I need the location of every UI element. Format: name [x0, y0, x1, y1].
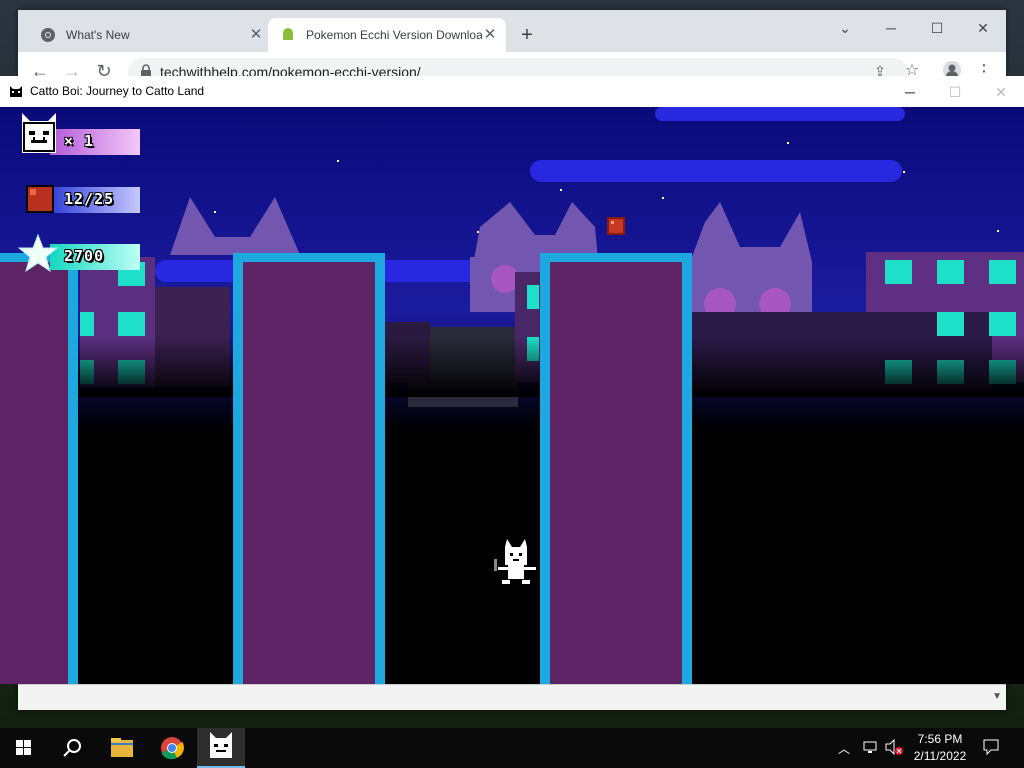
lives-counter: × 1: [50, 129, 140, 155]
maximize-button[interactable]: ☐: [922, 16, 952, 40]
tab-title: Pokemon Ecchi Version Downloa: [306, 28, 482, 42]
catto-boi-icon: [8, 83, 24, 99]
minimize-button[interactable]: ─: [895, 80, 925, 104]
android-icon: [283, 28, 293, 40]
tab-pokemon-ecchi[interactable]: Pokemon Ecchi Version Downloa ✕: [268, 18, 506, 52]
minimize-button[interactable]: ─: [876, 16, 906, 40]
new-tab-button[interactable]: +: [516, 24, 538, 46]
catto-boi-icon: [210, 732, 232, 758]
start-icon: [16, 740, 31, 755]
start-button[interactable]: [0, 728, 48, 768]
crates-counter: 12/25: [50, 187, 140, 213]
crate-pickup: [607, 217, 625, 235]
file-explorer-icon: [111, 738, 133, 757]
close-icon[interactable]: ✕: [482, 27, 498, 43]
game-title-bar[interactable]: Catto Boi: Journey to Catto Land ─ ☐ ✕: [0, 76, 1024, 107]
tower-middle: [233, 253, 385, 684]
score-text: 2700: [64, 247, 105, 265]
network-icon[interactable]: [862, 738, 880, 761]
game-scene: [0, 107, 1024, 684]
page-bottom-bar: ▼: [18, 684, 1006, 710]
game-canvas[interactable]: × 1 12/25 2700: [0, 107, 1024, 684]
file-explorer-button[interactable]: [98, 728, 146, 768]
notification-icon[interactable]: [982, 738, 1000, 761]
clock-date[interactable]: 2/11/2022: [908, 749, 972, 763]
search-button[interactable]: [48, 728, 96, 768]
close-icon[interactable]: ✕: [248, 27, 264, 43]
maximize-button[interactable]: ☐: [940, 80, 970, 104]
tower-left: [0, 253, 78, 684]
lives-text: × 1: [64, 132, 95, 150]
chevron-up-icon[interactable]: ︿: [838, 740, 854, 756]
search-icon: [63, 739, 81, 757]
ground-fade: [0, 337, 1024, 397]
tower-right: [540, 253, 692, 684]
catto-boi-taskbar-button[interactable]: [197, 728, 245, 768]
tab-title: What's New: [66, 28, 130, 42]
window-title: Catto Boi: Journey to Catto Land: [30, 84, 205, 98]
tab-search-icon[interactable]: ⌄: [830, 16, 860, 40]
chrome-icon: [41, 28, 55, 42]
game-window: Catto Boi: Journey to Catto Land ─ ☐ ✕ ×…: [0, 76, 1024, 684]
taskbar: ︿ 7:56 PM 2/11/2022: [0, 728, 1024, 768]
crates-text: 12/25: [64, 190, 115, 208]
chrome-icon: [161, 737, 184, 760]
volume-muted-icon[interactable]: [884, 738, 904, 761]
tab-strip: What's New ✕ Pokemon Ecchi Version Downl…: [18, 10, 1006, 52]
dropdown-arrow-icon[interactable]: ▼: [992, 691, 1002, 702]
chrome-taskbar-button[interactable]: [148, 728, 196, 768]
score-counter: 2700: [50, 244, 140, 270]
tab-whats-new[interactable]: What's New ✕: [32, 18, 272, 52]
clock-time[interactable]: 7:56 PM: [908, 732, 972, 746]
close-window-button[interactable]: ✕: [968, 16, 998, 40]
close-window-button[interactable]: ✕: [986, 80, 1016, 104]
